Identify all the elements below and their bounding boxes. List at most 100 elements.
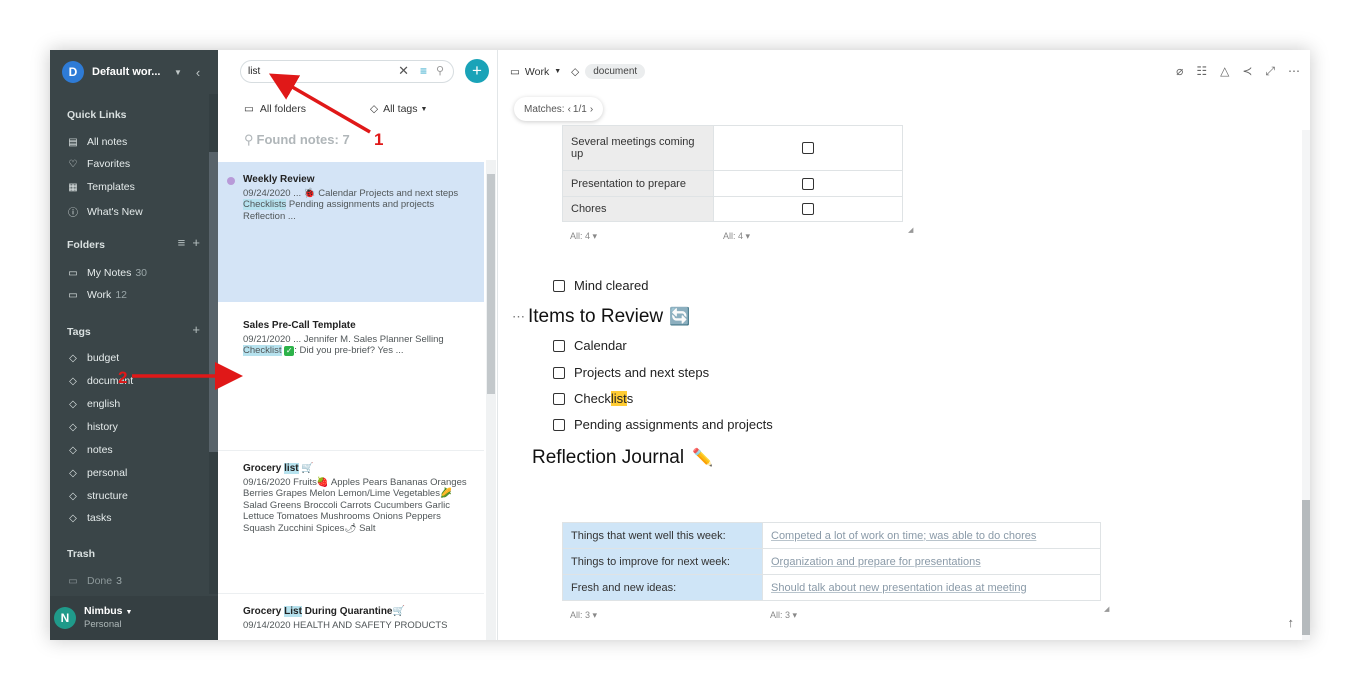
table-cell[interactable]: Things that went well this week: (562, 522, 763, 549)
account-avatar: N (54, 607, 76, 629)
checkbox[interactable] (802, 177, 814, 190)
sidebar-item-tag-notes[interactable]: ◇ notes (67, 444, 113, 456)
add-note-button[interactable]: + (465, 59, 489, 83)
table-cell[interactable]: Fresh and new ideas: (562, 574, 763, 601)
sidebar-scrollbar[interactable] (209, 94, 218, 594)
account-switcher[interactable]: N Nimbus ▼ Personal (50, 596, 218, 640)
search-icon[interactable]: ⚲ (436, 64, 444, 77)
tag-icon: ◇ (69, 352, 77, 364)
workspace-switcher[interactable]: D Default wor... ▼ ‹ (50, 50, 218, 94)
next-match-icon[interactable]: › (590, 104, 593, 115)
table-cell[interactable]: Several meetings coming up (562, 125, 714, 171)
workspace-avatar: D (62, 61, 84, 83)
todo-projects[interactable]: Projects and next steps (553, 365, 709, 380)
sidebar-item-all-notes[interactable]: ▤ All notes (67, 136, 127, 148)
search-highlight: Checklist (243, 345, 282, 356)
sidebar-item-favorites[interactable]: ♡ Favorites (67, 158, 131, 170)
all-folders-label: All folders (259, 103, 307, 115)
workspace-name[interactable]: Default wor... (92, 66, 170, 78)
share-icon[interactable]: ≺ (1242, 64, 1252, 79)
note-item-sales-pre-call[interactable]: Sales Pre-Call Template 09/21/2020 ... J… (218, 308, 484, 448)
table-cell[interactable] (713, 125, 903, 171)
attachment-icon[interactable]: ⌀ (1176, 64, 1183, 79)
resize-handle-icon[interactable]: ◢ (1104, 605, 1109, 613)
all-folders-filter[interactable]: ▭ All folders (244, 103, 306, 115)
table-cell[interactable]: Things to improve for next week: (562, 548, 763, 575)
notes-scroll-thumb[interactable] (487, 174, 495, 394)
folder-actions[interactable]: ≡ + (178, 235, 200, 250)
table-cell[interactable]: Should talk about new presentation ideas… (762, 574, 1101, 601)
template-icon: ▦ (68, 181, 78, 193)
caret-down-icon[interactable]: ▼ (174, 68, 182, 77)
sidebar-item-label: Templates (87, 181, 135, 193)
checkbox[interactable] (553, 339, 565, 352)
clear-search-icon[interactable]: ✕ (398, 63, 409, 79)
table-cell[interactable]: Chores (562, 196, 714, 222)
caret-down-icon[interactable]: ▼ (125, 609, 132, 616)
collapse-sidebar-icon[interactable]: ‹ (196, 65, 200, 80)
checkbox[interactable] (802, 203, 814, 216)
checkbox[interactable] (553, 418, 565, 431)
table-cell[interactable] (713, 170, 903, 197)
sidebar-item-tag-tasks[interactable]: ◇ tasks (67, 512, 111, 524)
note-title: Weekly Review (243, 174, 315, 185)
note-item-grocery-list[interactable]: Grocery list 🛒 09/16/2020 Fruits🍓 Apples… (218, 450, 484, 590)
outline-icon[interactable]: ☷ (1196, 64, 1207, 79)
table-summary[interactable]: All: 3 ▾ (570, 610, 597, 621)
sidebar: D Default wor... ▼ ‹ Quick Links ▤ All no… (50, 50, 218, 640)
sidebar-item-whats-new[interactable]: ⓘ What's New (67, 204, 143, 220)
sidebar-item-tag-structure[interactable]: ◇ structure (67, 490, 128, 502)
checkbox[interactable] (802, 142, 814, 155)
tag-label: personal (87, 467, 128, 479)
caret-down-icon[interactable]: ▼ (554, 68, 561, 75)
table-cell[interactable]: Organization and prepare for presentatio… (762, 548, 1101, 575)
sidebar-item-done[interactable]: ▭ Done 3 (67, 575, 122, 587)
todo-calendar[interactable]: Calendar (553, 338, 627, 353)
checkbox[interactable] (553, 279, 565, 292)
filter-icon[interactable]: ≡ (420, 64, 427, 78)
sidebar-item-label: Favorites (87, 158, 131, 170)
checkbox[interactable] (553, 366, 565, 379)
prev-match-icon[interactable]: ‹ (568, 104, 571, 115)
editor-scroll-thumb[interactable] (1302, 500, 1310, 635)
sidebar-item-work[interactable]: ▭ Work 12 (67, 289, 127, 301)
all-tags-filter[interactable]: ◇ All tags ▼ (370, 103, 427, 115)
folder-selector[interactable]: Work (525, 66, 549, 78)
table-cell[interactable]: Competed a lot of work on time; was able… (762, 522, 1101, 549)
editor-scrollbar[interactable] (1302, 130, 1310, 640)
sidebar-item-tag-budget[interactable]: ◇ budget (67, 352, 119, 364)
table-cell[interactable]: Presentation to prepare (562, 170, 714, 197)
heading-text: Reflection Journal (532, 447, 685, 468)
sidebar-item-templates[interactable]: ▦ Templates (67, 181, 135, 193)
tag-chip[interactable]: document (585, 64, 646, 79)
search-input[interactable]: list ✕ ≡ ⚲ (240, 60, 454, 83)
tag-label: history (87, 421, 118, 433)
tag-icon[interactable]: ◇ (571, 66, 579, 78)
table-summary[interactable]: All: 4 ▾ (570, 231, 597, 242)
todo-checklists[interactable]: Check list s (553, 391, 633, 406)
sidebar-item-tag-history[interactable]: ◇ history (67, 421, 118, 433)
sidebar-scroll-thumb[interactable] (209, 152, 218, 452)
checkbox[interactable] (553, 392, 565, 405)
scroll-to-top-icon[interactable]: ↑ (1288, 615, 1295, 630)
resize-handle-icon[interactable]: ◢ (908, 226, 913, 234)
todo-mind-cleared[interactable]: Mind cleared (553, 278, 648, 293)
sort-icon[interactable]: ≡ (178, 235, 186, 250)
sidebar-item-my-notes[interactable]: ▭ My Notes 30 (67, 267, 147, 279)
sidebar-item-tag-english[interactable]: ◇ english (67, 398, 120, 410)
expand-icon[interactable]: ⤢ (1265, 64, 1275, 79)
table-summary[interactable]: All: 4 ▾ (723, 231, 750, 242)
more-icon[interactable]: ⋯ (1288, 64, 1300, 79)
add-folder-icon[interactable]: + (192, 235, 200, 250)
note-item-weekly-review[interactable]: Weekly Review 09/24/2020 ... 🐞 Calendar … (218, 162, 484, 302)
notes-scrollbar[interactable] (486, 160, 496, 640)
table-cell[interactable] (713, 196, 903, 222)
sidebar-item-tag-personal[interactable]: ◇ personal (67, 467, 127, 479)
search-value[interactable]: list (248, 66, 260, 77)
bell-icon[interactable]: △ (1220, 64, 1229, 79)
todo-pending[interactable]: Pending assignments and projects (553, 417, 773, 432)
table-summary[interactable]: All: 3 ▾ (770, 610, 797, 621)
add-tag-icon[interactable]: + (192, 322, 200, 337)
block-menu-icon[interactable]: ⋯ (512, 309, 525, 325)
note-item-grocery-quarantine[interactable]: Grocery List During Quarantine🛒 09/14/20… (218, 593, 484, 640)
